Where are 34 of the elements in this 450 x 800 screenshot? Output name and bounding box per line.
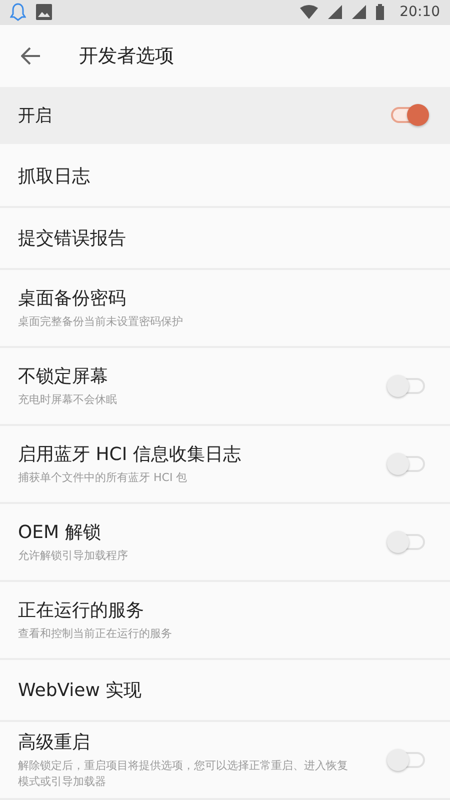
clock-time: 20:10 (400, 4, 440, 20)
back-arrow-icon (21, 46, 41, 65)
settings-item[interactable]: WebView 实现 (0, 660, 450, 722)
master-switch-label: 开启 (18, 104, 53, 127)
item-title: 桌面备份密码 (18, 286, 127, 310)
settings-item[interactable]: 桌面备份密码 桌面完整备份当前未设置密码保护 (0, 270, 450, 348)
page-title: 开发者选项 (79, 44, 174, 69)
item-summary: 桌面完整备份当前未设置密码保护 (18, 314, 184, 330)
item-title: 正在运行的服务 (18, 598, 145, 622)
settings-item[interactable]: OEM 解锁 允许解锁引导加载程序 (0, 504, 450, 582)
item-title: 高级重启 (18, 730, 91, 754)
item-summary: 解除锁定后，重启项目将提供选项，您可以选择正常重启、进入恢复模式或引导加载器 (18, 758, 348, 790)
item-title: OEM 解锁 (18, 520, 102, 544)
item-summary: 查看和控制当前正在运行的服务 (18, 626, 173, 642)
item-title: WebView 实现 (18, 678, 143, 702)
image-icon (36, 4, 52, 20)
item-title: 启用蓝牙 HCI 信息收集日志 (18, 442, 242, 466)
ghost-icon (10, 3, 26, 22)
signal-icon (328, 5, 342, 20)
settings-item[interactable]: 不锁定屏幕 充电时屏幕不会休眠 (0, 348, 450, 426)
settings-item[interactable]: 启用蓝牙 HCI 信息收集日志 捕获单个文件中的所有蓝牙 HCI 包 (0, 426, 450, 504)
item-summary: 允许解锁引导加载程序 (18, 548, 129, 564)
item-summary: 捕获单个文件中的所有蓝牙 HCI 包 (18, 470, 188, 486)
battery-icon (376, 4, 384, 20)
item-title: 不锁定屏幕 (18, 364, 109, 388)
settings-item[interactable]: 正在运行的服务 查看和控制当前正在运行的服务 (0, 582, 450, 660)
item-summary: 充电时屏幕不会休眠 (18, 392, 118, 408)
item-title: 提交错误报告 (18, 226, 127, 250)
signal-icon (352, 5, 366, 20)
item-title: 抓取日志 (18, 164, 91, 188)
settings-item[interactable]: 抓取日志 (0, 146, 450, 208)
settings-item[interactable]: 提交错误报告 (0, 208, 450, 270)
settings-item[interactable]: 高级重启 解除锁定后，重启项目将提供选项，您可以选择正常重启、进入恢复模式或引导加载器 (0, 722, 450, 800)
wifi-icon (300, 5, 318, 20)
